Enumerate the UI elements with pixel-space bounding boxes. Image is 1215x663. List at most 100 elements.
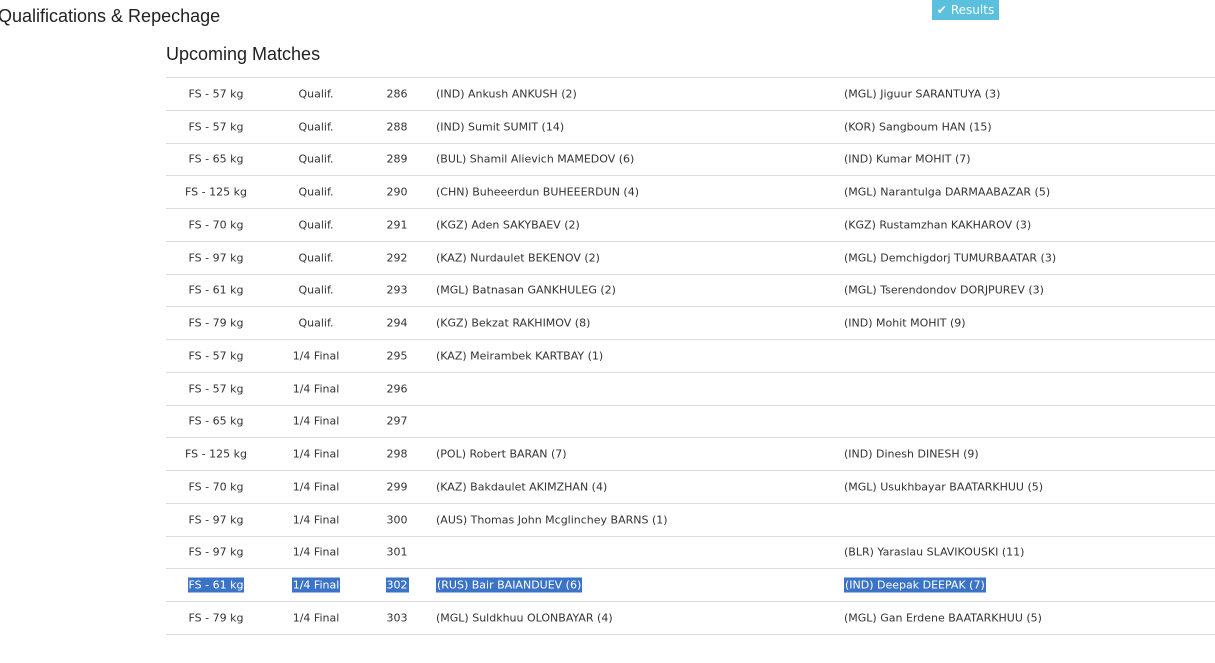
match-row[interactable]: FS - 65 kg Qualif. 289 (BUL) Shamil Alievic… xyxy=(166,144,1215,177)
page-title: Qualifications & Repechage xyxy=(0,6,221,26)
match-number-cell: 295 xyxy=(366,349,428,362)
match-category-cell: FS - 70 kg xyxy=(166,218,266,231)
match-wrestler-red-cell: (KAZ) Meirambek KARTBAY (1) xyxy=(436,349,603,362)
match-number-cell: 290 xyxy=(366,186,428,199)
match-round: Qualif. xyxy=(298,120,334,134)
match-number-cell: 286 xyxy=(366,87,428,100)
match-category-cell: FS - 65 kg xyxy=(166,153,266,166)
match-category: FS - 79 kg xyxy=(188,611,244,625)
match-wrestler-red: (MGL) Batnasan GANKHULEG (2) xyxy=(436,283,616,297)
match-round: 1/4 Final xyxy=(292,480,340,494)
match-round: 1/4 Final xyxy=(292,447,340,461)
match-round: 1/4 Final xyxy=(292,349,340,363)
match-category-cell: FS - 79 kg xyxy=(166,317,266,330)
match-row[interactable]: FS - 97 kg 1/4 Final 300 (AUS) Thomas John … xyxy=(166,504,1215,537)
match-wrestler-red-cell: (KGZ) Aden SAKYBAEV (2) xyxy=(436,218,580,231)
match-number: 292 xyxy=(386,251,408,265)
match-number-cell: 292 xyxy=(366,251,428,264)
match-wrestler-blue: (MGL) Usukhbayar BAATARKHUU (5) xyxy=(844,480,1044,494)
match-round-cell: 1/4 Final xyxy=(266,349,366,362)
match-round-cell: Qualif. xyxy=(266,186,366,199)
match-wrestler-red-cell: (RUS) Bair BAIANDUEV (6) xyxy=(436,577,583,593)
match-round-cell: 1/4 Final xyxy=(266,546,366,559)
match-row[interactable]: FS - 57 kg Qualif. 286 (IND) Ankush ANKUSH … xyxy=(166,78,1215,111)
match-category: FS - 125 kg xyxy=(185,447,247,461)
match-round-cell: 1/4 Final xyxy=(266,513,366,526)
match-row[interactable]: FS - 70 kg Qualif. 291 (KGZ) Aden SAKYBAEV … xyxy=(166,209,1215,242)
match-row[interactable]: FS - 97 kg 1/4 Final 301 (BLR) Yaraslau SLA… xyxy=(166,537,1215,570)
match-row[interactable]: FS - 79 kg Qualif. 294 (KGZ) Bekzat RAKHIMO… xyxy=(166,307,1215,340)
match-round: 1/4 Final xyxy=(292,382,340,396)
match-row[interactable]: FS - 79 kg 1/4 Final 303 (MGL) Suldkhuu OLO… xyxy=(166,602,1215,635)
match-wrestler-red-cell: (IND) Sumit SUMIT (14) xyxy=(436,120,564,133)
match-round: 1/4 Final xyxy=(292,414,340,428)
match-wrestler-blue: (IND) Dinesh DINESH (9) xyxy=(844,447,979,461)
match-wrestler-blue-cell: (MGL) Jiguur SARANTUYA (3) xyxy=(844,87,1000,100)
match-wrestler-red: (POL) Robert BARAN (7) xyxy=(436,447,567,461)
match-category: FS - 65 kg xyxy=(188,152,244,166)
match-round: Qualif. xyxy=(298,87,334,101)
match-number-cell: 303 xyxy=(366,611,428,624)
match-wrestler-blue-cell: (IND) Kumar MOHIT (7) xyxy=(844,153,971,166)
match-category: FS - 57 kg xyxy=(188,87,244,101)
match-wrestler-blue-cell: (MGL) Usukhbayar BAATARKHUU (5) xyxy=(844,480,1043,493)
match-row[interactable]: FS - 57 kg 1/4 Final 296 xyxy=(166,373,1215,406)
match-number: 291 xyxy=(386,218,408,232)
match-category-cell: FS - 57 kg xyxy=(166,349,266,362)
match-row[interactable]: FS - 70 kg 1/4 Final 299 (KAZ) Bakdaulet AK… xyxy=(166,471,1215,504)
match-wrestler-blue: (MGL) Tserendondov DORJPUREV (3) xyxy=(844,283,1044,297)
match-number-cell: 298 xyxy=(366,448,428,461)
match-round-cell: 1/4 Final xyxy=(266,448,366,461)
match-wrestler-blue: (KOR) Sangboum HAN (15) xyxy=(844,120,992,134)
match-number: 300 xyxy=(386,513,408,527)
match-wrestler-blue: (BLR) Yaraslau SLAVIKOUSKI (11) xyxy=(844,545,1025,559)
match-wrestler-blue: (MGL) Gan Erdene BAATARKHUU (5) xyxy=(844,611,1042,625)
match-wrestler-red: (IND) Sumit SUMIT (14) xyxy=(436,120,565,134)
match-category: FS - 57 kg xyxy=(188,120,244,134)
match-round: 1/4 Final xyxy=(291,577,341,593)
match-round-cell: 1/4 Final xyxy=(266,577,366,593)
match-row[interactable]: FS - 65 kg 1/4 Final 297 xyxy=(166,406,1215,439)
results-button[interactable]: ✔ Results xyxy=(932,0,999,20)
match-category-cell: FS - 57 kg xyxy=(166,120,266,133)
match-wrestler-blue: (IND) Deepak DEEPAK (7) xyxy=(844,577,986,593)
match-round-cell: Qualif. xyxy=(266,153,366,166)
match-row[interactable]: FS - 125 kg 1/4 Final 298 (POL) Robert BARA… xyxy=(166,438,1215,471)
match-wrestler-red: (CHN) Buheeerdun BUHEEERDUN (4) xyxy=(436,185,639,199)
match-round: Qualif. xyxy=(298,316,334,330)
match-number-cell: 293 xyxy=(366,284,428,297)
match-wrestler-blue-cell: (IND) Deepak DEEPAK (7) xyxy=(844,577,986,593)
match-wrestler-blue: (MGL) Demchigdorj TUMURBAATAR (3) xyxy=(844,251,1057,265)
match-round-cell: Qualif. xyxy=(266,218,366,231)
match-category-cell: FS - 57 kg xyxy=(166,87,266,100)
match-number: 297 xyxy=(386,414,408,428)
match-round-cell: 1/4 Final xyxy=(266,415,366,428)
match-category: FS - 125 kg xyxy=(185,185,247,199)
match-row[interactable]: FS - 57 kg Qualif. 288 (IND) Sumit SUMIT (1… xyxy=(166,111,1215,144)
match-category-cell: FS - 61 kg xyxy=(166,577,266,593)
match-wrestler-blue-cell: (MGL) Tserendondov DORJPUREV (3) xyxy=(844,284,1044,297)
match-wrestler-red-cell: (KAZ) Bakdaulet AKIMZHAN (4) xyxy=(436,480,607,493)
match-number: 293 xyxy=(386,283,408,297)
match-category-cell: FS - 61 kg xyxy=(166,284,266,297)
match-wrestler-blue-cell: (MGL) Demchigdorj TUMURBAATAR (3) xyxy=(844,251,1056,264)
match-category: FS - 57 kg xyxy=(188,349,244,363)
match-wrestler-red-cell: (BUL) Shamil Alievich MAMEDOV (6) xyxy=(436,153,634,166)
match-category: FS - 65 kg xyxy=(188,414,244,428)
match-category-cell: FS - 97 kg xyxy=(166,546,266,559)
match-row[interactable]: FS - 61 kg Qualif. 293 (MGL) Batnasan GANKH… xyxy=(166,275,1215,308)
match-category-cell: FS - 57 kg xyxy=(166,382,266,395)
match-row[interactable]: FS - 57 kg 1/4 Final 295 (KAZ) Meirambek KA… xyxy=(166,340,1215,373)
match-round: Qualif. xyxy=(298,152,334,166)
match-wrestler-blue-cell: (IND) Dinesh DINESH (9) xyxy=(844,448,979,461)
match-round-cell: Qualif. xyxy=(266,120,366,133)
results-button-label: Results xyxy=(950,3,995,17)
match-row[interactable]: FS - 125 kg Qualif. 290 (CHN) Buheeerdun BU… xyxy=(166,176,1215,209)
match-number: 295 xyxy=(386,349,408,363)
match-number: 288 xyxy=(386,120,408,134)
match-row[interactable]: FS - 61 kg 1/4 Final 302 (RUS) Bair BAIANDU… xyxy=(166,569,1215,602)
match-number: 294 xyxy=(386,316,408,330)
match-row[interactable]: FS - 97 kg Qualif. 292 (KAZ) Nurdaulet BEKE… xyxy=(166,242,1215,275)
match-number: 303 xyxy=(386,611,408,625)
match-wrestler-blue: (KGZ) Rustamzhan KAKHAROV (3) xyxy=(844,218,1032,232)
